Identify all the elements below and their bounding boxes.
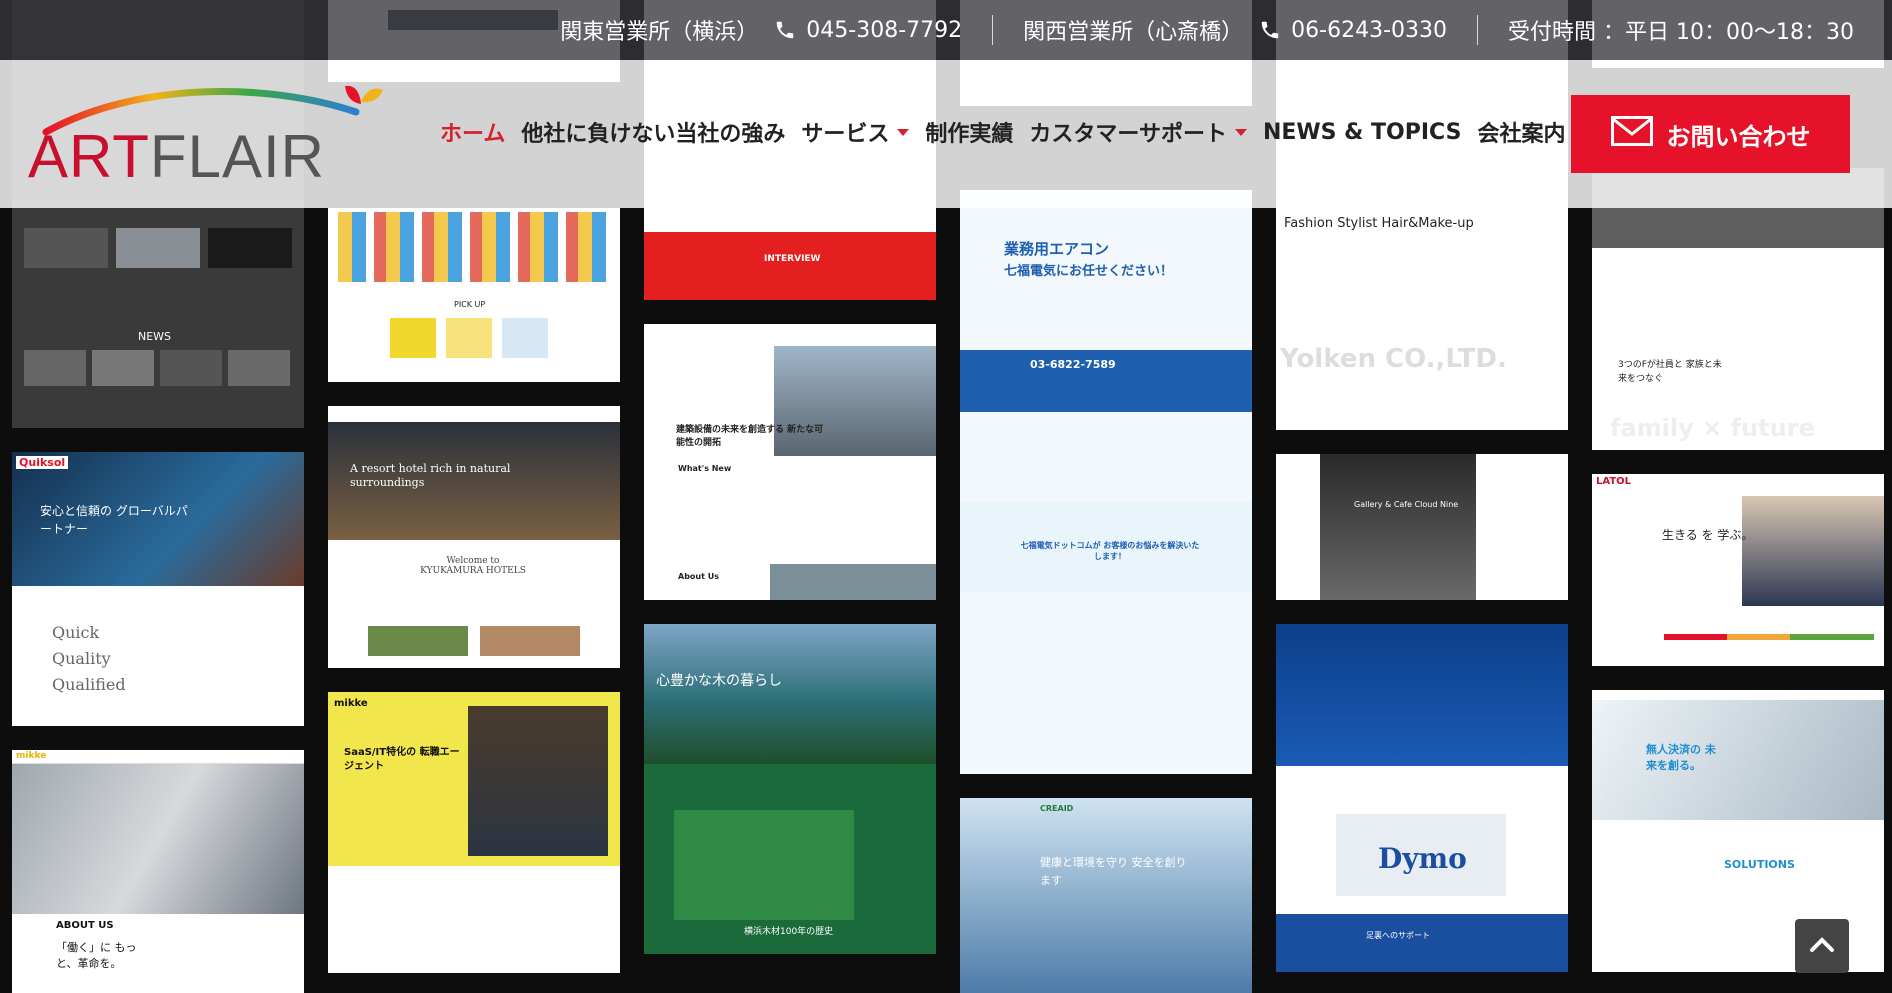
- contact-button[interactable]: お問い合わせ: [1571, 95, 1850, 173]
- thumbnail-subcaption: SOLUTIONS: [1724, 858, 1795, 871]
- thumbnail-subcaption: 「働く」に もっと、革命を。: [56, 941, 137, 970]
- portfolio-thumbnail[interactable]: Quiksol 安心と信頼の グローバルパートナー: [12, 452, 304, 586]
- thumbnail-caption: 無人決済の 未来を創る。: [1646, 743, 1716, 772]
- chevron-up-icon: [1809, 935, 1835, 957]
- logo-part-flair: FLAIR: [149, 123, 325, 190]
- phone-icon: [774, 19, 796, 41]
- chevron-down-icon: [897, 128, 910, 136]
- thumbnail-brand: mikke: [16, 751, 47, 761]
- thumbnail-caption: 生きる を 学ぶ。: [1662, 528, 1754, 542]
- main-navigation: ホーム 他社に負けない当社の強み サービス 制作実績 カスタマーサポート NEW…: [440, 116, 1565, 148]
- portfolio-thumbnail[interactable]: Fashion Stylist Hair&Make-up Yolken CO.,…: [1276, 208, 1568, 430]
- thumbnail-subcaption: Welcome to KYUKAMURA HOTELS: [420, 556, 526, 576]
- thumbnail-brand: mikke: [334, 698, 368, 709]
- business-hours: 受付時間 ：平日 10：00〜18：30: [1478, 14, 1884, 46]
- thumbnail-caption: 心豊かな木の暮らし: [656, 673, 782, 689]
- portfolio-thumbnail[interactable]: 3つのFが社員と 家族と未来をつなぐ family × future: [1592, 168, 1884, 450]
- nav-customer-support-label: カスタマーサポート: [1029, 122, 1227, 147]
- logo-wordmark: ARTFLAIR: [28, 122, 325, 191]
- portfolio-thumbnail[interactable]: INTERVIEW: [644, 208, 936, 300]
- logo-part-art: ART: [28, 123, 150, 190]
- thumbnail-subcaption: 足裏へのサポート: [1366, 931, 1430, 940]
- nav-works-label: 制作実績: [925, 122, 1014, 147]
- thumbnail-brand: Quiksol: [16, 456, 69, 469]
- nav-news-topics-label: NEWS & TOPICS: [1262, 119, 1462, 145]
- scroll-to-top-button[interactable]: [1795, 919, 1849, 973]
- nav-news-topics[interactable]: NEWS & TOPICS: [1263, 116, 1461, 148]
- top-info-bar: 関東営業所（横浜） 045-308-7792 関西営業所（心斎橋） 06-624…: [0, 0, 1892, 60]
- thumbnail-caption: Gallery & Cafe Cloud Nine: [1354, 500, 1459, 509]
- thumbnail-subcaption: Yolken CO.,LTD.: [1280, 344, 1507, 374]
- nav-home[interactable]: ホーム: [440, 116, 505, 148]
- thumbnail-caption: 七福電気ドットコムが お客様のお悩みを解決いたします！: [1020, 541, 1200, 561]
- thumbnail-subcaption: 横浜木材100年の歴史: [744, 927, 834, 937]
- portfolio-thumbnail[interactable]: Gallery & Cafe Cloud Nine: [1276, 454, 1568, 600]
- thumbnail-caption: 3つのFが社員と 家族と未来をつなぐ: [1618, 360, 1722, 384]
- thumbnail-subcaption: What's New: [678, 464, 732, 473]
- business-hours-text: 受付時間 ：平日 10：00〜18：30: [1508, 20, 1854, 45]
- portfolio-thumbnail[interactable]: 建築設備の未来を創造する 新たな可能性の開拓 What's New About …: [644, 324, 936, 600]
- mail-icon: [1610, 116, 1653, 152]
- kansai-office: 関西営業所（心斎橋） 06-6243-0330: [993, 14, 1477, 46]
- portfolio-thumbnail[interactable]: PICK UP: [328, 208, 620, 382]
- nav-strengths-label: 他社に負けない当社の強み: [521, 122, 786, 147]
- nav-customer-support[interactable]: カスタマーサポート: [1029, 116, 1247, 148]
- thumbnail-subcaption: 七福電気にお任せください！: [1004, 264, 1174, 279]
- thumbnail-caption: A resort hotel rich in natural surroundi…: [350, 462, 511, 489]
- portfolio-thumbnail[interactable]: A resort hotel rich in natural surroundi…: [328, 406, 620, 668]
- nav-services[interactable]: サービス: [801, 116, 910, 148]
- thumbnail-caption: 建築設備の未来を創造する 新たな可能性の開拓: [676, 425, 824, 448]
- phone-icon: [1259, 19, 1281, 41]
- chevron-down-icon: [1234, 128, 1247, 136]
- thumbnail-caption: 業務用エアコン: [1004, 240, 1110, 258]
- thumbnail-caption: About Us: [678, 572, 719, 581]
- thumbnail-caption: ABOUT US: [56, 920, 114, 931]
- portfolio-thumbnail[interactable]: Quick Quality Qualified: [12, 586, 304, 726]
- thumbnail-brand: LATOL: [1596, 476, 1632, 487]
- thumbnail-subcaption: family × future: [1610, 414, 1815, 442]
- thumbnail-caption: PICK UP: [454, 300, 486, 309]
- kansai-phone-number[interactable]: 06-6243-0330: [1291, 18, 1447, 43]
- nav-strengths[interactable]: 他社に負けない当社の強み: [521, 116, 785, 148]
- kanto-phone-number[interactable]: 045-308-7792: [806, 18, 962, 43]
- portfolio-thumbnail[interactable]: Dymo 足裏へのサポート: [1276, 624, 1568, 972]
- artflair-logo[interactable]: ARTFLAIR: [26, 82, 386, 192]
- portfolio-thumbnail[interactable]: mikke ABOUT US 「働く」に もっと、革命を。: [12, 750, 304, 993]
- nav-company[interactable]: 会社案内: [1477, 116, 1565, 148]
- portfolio-thumbnail[interactable]: LATOL 生きる を 学ぶ。: [1592, 474, 1884, 666]
- thumbnail-caption: 安心と信頼の グローバルパートナー: [40, 504, 188, 536]
- thumbnail-brand: CREAID: [1040, 804, 1074, 813]
- portfolio-thumbnail[interactable]: 心豊かな木の暮らし 横浜木材100年の歴史: [644, 624, 936, 954]
- thumbnail-caption: NEWS: [138, 330, 172, 343]
- thumbnail-caption: Quick Quality Qualified: [52, 623, 126, 694]
- kanto-office-label: 関東営業所（横浜）: [560, 20, 759, 45]
- thumbnail-caption: INTERVIEW: [764, 254, 821, 264]
- nav-home-label: ホーム: [440, 122, 506, 147]
- kansai-office-label: 関西営業所（心斎橋）: [1023, 20, 1244, 45]
- thumbnail-caption: 03-6822-7589: [1030, 358, 1116, 371]
- thumbnail-caption: SaaS/IT特化の 転職エージェント: [344, 747, 460, 772]
- portfolio-thumbnail[interactable]: 業務用エアコン 七福電気にお任せください！ 03-6822-7589 七福電気ド…: [960, 190, 1252, 774]
- site-header: ARTFLAIR ホーム 他社に負けない当社の強み サービス 制作実績 カスタマ…: [0, 60, 1892, 208]
- portfolio-thumbnail[interactable]: NEWS: [12, 200, 304, 428]
- portfolio-thumbnail[interactable]: mikke SaaS/IT特化の 転職エージェント: [328, 692, 620, 973]
- kanto-office: 関東営業所（横浜） 045-308-7792: [530, 14, 992, 46]
- nav-services-label: サービス: [801, 122, 890, 147]
- contact-button-label: お問い合わせ: [1666, 122, 1811, 151]
- thumbnail-caption: 健康と環境を守り 安全を創ります: [1040, 856, 1187, 887]
- nav-works[interactable]: 制作実績: [925, 116, 1013, 148]
- thumbnail-caption: Fashion Stylist Hair&Make-up: [1284, 216, 1474, 231]
- portfolio-thumbnail[interactable]: CREAID 健康と環境を守り 安全を創ります: [960, 798, 1252, 993]
- thumbnail-caption: Dymo: [1378, 842, 1467, 875]
- nav-company-label: 会社案内: [1477, 122, 1566, 147]
